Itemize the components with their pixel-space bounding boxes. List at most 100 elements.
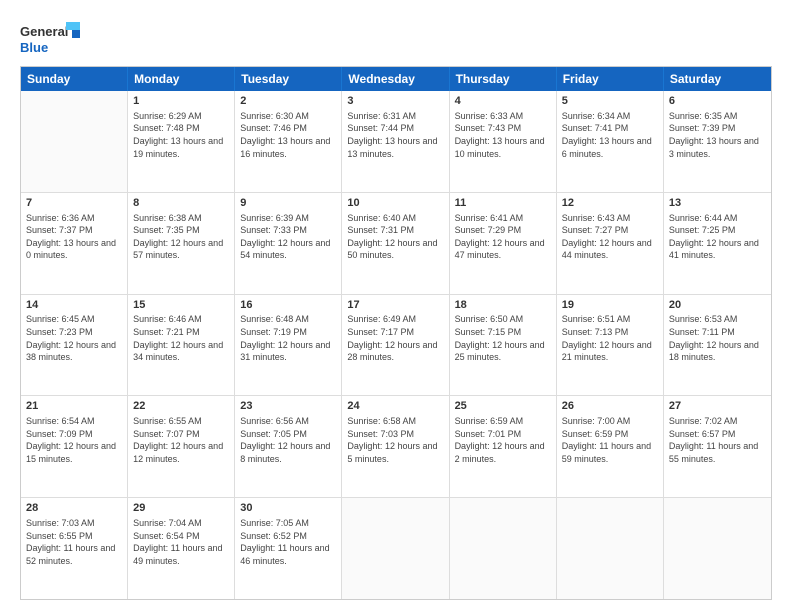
calendar-row-1: 7 Sunrise: 6:36 AM Sunset: 7:37 PM Dayli… (21, 193, 771, 295)
cell-daylight: Daylight: 12 hours and 15 minutes. (26, 440, 122, 465)
cell-sunrise: Sunrise: 6:44 AM (669, 212, 766, 225)
cell-daylight: Daylight: 13 hours and 10 minutes. (455, 135, 551, 160)
day-number: 8 (133, 196, 229, 211)
logo: General Blue (20, 20, 80, 60)
calendar-cell-1-6: 13 Sunrise: 6:44 AM Sunset: 7:25 PM Dayl… (664, 193, 771, 294)
cell-daylight: Daylight: 13 hours and 3 minutes. (669, 135, 766, 160)
cell-sunrise: Sunrise: 6:46 AM (133, 313, 229, 326)
cell-sunset: Sunset: 7:39 PM (669, 122, 766, 135)
calendar-cell-1-3: 10 Sunrise: 6:40 AM Sunset: 7:31 PM Dayl… (342, 193, 449, 294)
cell-sunrise: Sunrise: 6:39 AM (240, 212, 336, 225)
cell-sunrise: Sunrise: 7:05 AM (240, 517, 336, 530)
cell-sunset: Sunset: 7:07 PM (133, 428, 229, 441)
calendar-cell-4-3 (342, 498, 449, 599)
day-number: 20 (669, 298, 766, 313)
cell-sunrise: Sunrise: 6:54 AM (26, 415, 122, 428)
cell-sunset: Sunset: 7:13 PM (562, 326, 658, 339)
day-number: 30 (240, 501, 336, 516)
cell-daylight: Daylight: 12 hours and 12 minutes. (133, 440, 229, 465)
cell-sunrise: Sunrise: 6:43 AM (562, 212, 658, 225)
cell-daylight: Daylight: 12 hours and 21 minutes. (562, 339, 658, 364)
day-number: 3 (347, 94, 443, 109)
cell-sunset: Sunset: 7:29 PM (455, 224, 551, 237)
cell-sunrise: Sunrise: 6:45 AM (26, 313, 122, 326)
calendar-cell-4-0: 28 Sunrise: 7:03 AM Sunset: 6:55 PM Dayl… (21, 498, 128, 599)
day-number: 26 (562, 399, 658, 414)
calendar-cell-0-4: 4 Sunrise: 6:33 AM Sunset: 7:43 PM Dayli… (450, 91, 557, 192)
header-day-2: Tuesday (235, 67, 342, 91)
header-day-3: Wednesday (342, 67, 449, 91)
cell-sunrise: Sunrise: 6:34 AM (562, 110, 658, 123)
calendar-cell-4-2: 30 Sunrise: 7:05 AM Sunset: 6:52 PM Dayl… (235, 498, 342, 599)
cell-sunset: Sunset: 7:09 PM (26, 428, 122, 441)
day-number: 4 (455, 94, 551, 109)
cell-sunset: Sunset: 7:48 PM (133, 122, 229, 135)
cell-sunrise: Sunrise: 6:55 AM (133, 415, 229, 428)
page: General Blue SundayMondayTuesdayWednesda… (0, 0, 792, 612)
day-number: 6 (669, 94, 766, 109)
day-number: 9 (240, 196, 336, 211)
calendar-cell-0-0 (21, 91, 128, 192)
calendar-row-4: 28 Sunrise: 7:03 AM Sunset: 6:55 PM Dayl… (21, 498, 771, 599)
calendar-cell-3-6: 27 Sunrise: 7:02 AM Sunset: 6:57 PM Dayl… (664, 396, 771, 497)
cell-sunset: Sunset: 7:11 PM (669, 326, 766, 339)
cell-sunset: Sunset: 7:01 PM (455, 428, 551, 441)
svg-text:General: General (20, 24, 68, 39)
day-number: 16 (240, 298, 336, 313)
cell-daylight: Daylight: 12 hours and 31 minutes. (240, 339, 336, 364)
cell-sunrise: Sunrise: 6:35 AM (669, 110, 766, 123)
cell-sunset: Sunset: 7:21 PM (133, 326, 229, 339)
day-number: 7 (26, 196, 122, 211)
header-day-4: Thursday (450, 67, 557, 91)
calendar-cell-0-3: 3 Sunrise: 6:31 AM Sunset: 7:44 PM Dayli… (342, 91, 449, 192)
calendar-cell-1-4: 11 Sunrise: 6:41 AM Sunset: 7:29 PM Dayl… (450, 193, 557, 294)
calendar-cell-2-2: 16 Sunrise: 6:48 AM Sunset: 7:19 PM Dayl… (235, 295, 342, 396)
cell-daylight: Daylight: 12 hours and 34 minutes. (133, 339, 229, 364)
day-number: 23 (240, 399, 336, 414)
day-number: 15 (133, 298, 229, 313)
day-number: 18 (455, 298, 551, 313)
calendar-cell-2-4: 18 Sunrise: 6:50 AM Sunset: 7:15 PM Dayl… (450, 295, 557, 396)
day-number: 27 (669, 399, 766, 414)
calendar-cell-2-0: 14 Sunrise: 6:45 AM Sunset: 7:23 PM Dayl… (21, 295, 128, 396)
calendar-cell-0-5: 5 Sunrise: 6:34 AM Sunset: 7:41 PM Dayli… (557, 91, 664, 192)
cell-sunrise: Sunrise: 6:48 AM (240, 313, 336, 326)
cell-sunset: Sunset: 7:31 PM (347, 224, 443, 237)
cell-daylight: Daylight: 12 hours and 5 minutes. (347, 440, 443, 465)
calendar-cell-4-6 (664, 498, 771, 599)
calendar-cell-4-1: 29 Sunrise: 7:04 AM Sunset: 6:54 PM Dayl… (128, 498, 235, 599)
day-number: 2 (240, 94, 336, 109)
cell-sunrise: Sunrise: 6:49 AM (347, 313, 443, 326)
calendar-cell-1-5: 12 Sunrise: 6:43 AM Sunset: 7:27 PM Dayl… (557, 193, 664, 294)
cell-daylight: Daylight: 12 hours and 38 minutes. (26, 339, 122, 364)
calendar-cell-3-1: 22 Sunrise: 6:55 AM Sunset: 7:07 PM Dayl… (128, 396, 235, 497)
day-number: 13 (669, 196, 766, 211)
cell-daylight: Daylight: 13 hours and 0 minutes. (26, 237, 122, 262)
day-number: 28 (26, 501, 122, 516)
calendar-cell-3-2: 23 Sunrise: 6:56 AM Sunset: 7:05 PM Dayl… (235, 396, 342, 497)
cell-sunset: Sunset: 7:23 PM (26, 326, 122, 339)
cell-sunset: Sunset: 7:03 PM (347, 428, 443, 441)
svg-text:Blue: Blue (20, 40, 48, 55)
header-day-6: Saturday (664, 67, 771, 91)
cell-daylight: Daylight: 13 hours and 13 minutes. (347, 135, 443, 160)
cell-daylight: Daylight: 11 hours and 52 minutes. (26, 542, 122, 567)
calendar-cell-3-5: 26 Sunrise: 7:00 AM Sunset: 6:59 PM Dayl… (557, 396, 664, 497)
cell-sunrise: Sunrise: 6:50 AM (455, 313, 551, 326)
cell-daylight: Daylight: 11 hours and 59 minutes. (562, 440, 658, 465)
cell-sunset: Sunset: 7:41 PM (562, 122, 658, 135)
cell-sunrise: Sunrise: 7:03 AM (26, 517, 122, 530)
cell-sunset: Sunset: 7:44 PM (347, 122, 443, 135)
calendar-cell-3-3: 24 Sunrise: 6:58 AM Sunset: 7:03 PM Dayl… (342, 396, 449, 497)
cell-sunrise: Sunrise: 6:58 AM (347, 415, 443, 428)
day-number: 5 (562, 94, 658, 109)
cell-sunset: Sunset: 6:52 PM (240, 530, 336, 543)
cell-daylight: Daylight: 13 hours and 16 minutes. (240, 135, 336, 160)
calendar-cell-3-0: 21 Sunrise: 6:54 AM Sunset: 7:09 PM Dayl… (21, 396, 128, 497)
calendar-cell-4-4 (450, 498, 557, 599)
calendar-cell-4-5 (557, 498, 664, 599)
cell-sunset: Sunset: 7:35 PM (133, 224, 229, 237)
calendar-row-3: 21 Sunrise: 6:54 AM Sunset: 7:09 PM Dayl… (21, 396, 771, 498)
calendar-cell-2-1: 15 Sunrise: 6:46 AM Sunset: 7:21 PM Dayl… (128, 295, 235, 396)
cell-sunrise: Sunrise: 6:41 AM (455, 212, 551, 225)
